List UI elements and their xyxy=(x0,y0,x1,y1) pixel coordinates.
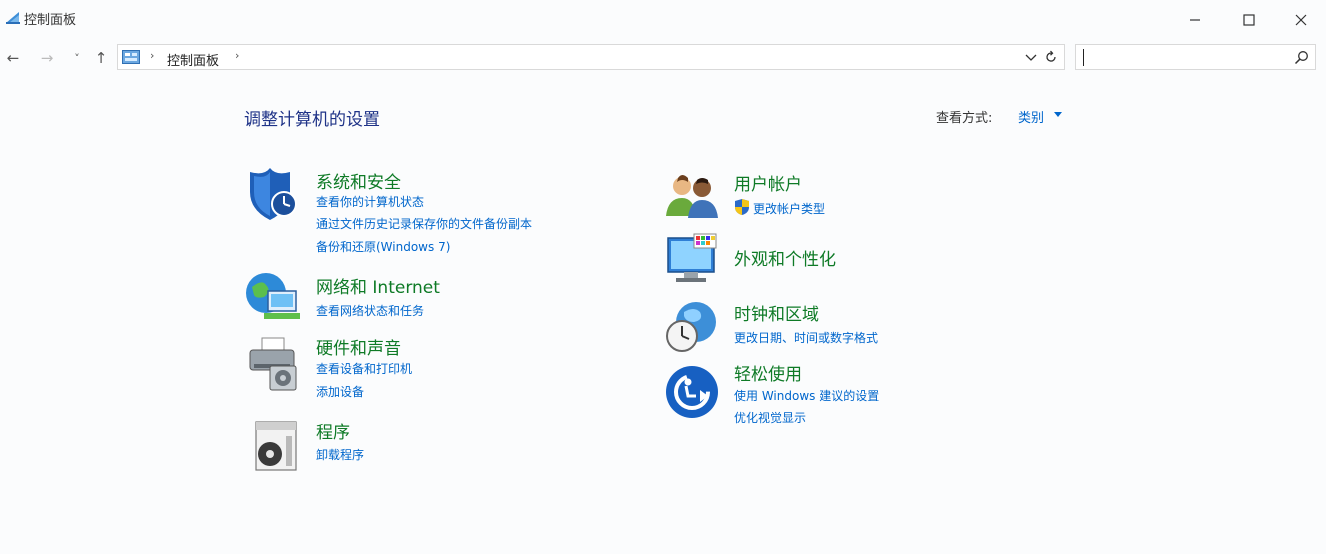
text-caret xyxy=(1083,49,1084,66)
forward-button[interactable]: → xyxy=(36,48,58,68)
clock-globe-icon[interactable] xyxy=(664,298,720,354)
programs-disc-icon[interactable] xyxy=(248,418,304,474)
search-input[interactable] xyxy=(1082,48,1286,68)
window-title: 控制面板 xyxy=(24,13,77,28)
link-devices-printers[interactable]: 查看设备和打印机 xyxy=(316,360,412,377)
forward-arrow-icon: → xyxy=(40,49,54,67)
monitor-palette-icon[interactable] xyxy=(664,232,720,288)
title-bar: 控制面板 xyxy=(0,0,1326,40)
link-windows-suggested-settings[interactable]: 使用 Windows 建议的设置 xyxy=(734,387,879,404)
view-by-dropdown[interactable]: 类别 xyxy=(1018,107,1044,126)
up-arrow-icon: ↑ xyxy=(94,49,108,67)
category-appearance-personalization[interactable]: 外观和个性化 xyxy=(734,245,836,270)
category-hardware-sound[interactable]: 硬件和声音 xyxy=(316,334,401,359)
view-by-label: 查看方式: xyxy=(936,111,993,126)
maximize-icon xyxy=(1243,14,1255,26)
close-icon xyxy=(1295,14,1307,26)
category-system-security[interactable]: 系统和安全 xyxy=(316,168,401,193)
link-change-date-time-format[interactable]: 更改日期、时间或数字格式 xyxy=(734,329,878,346)
link-uninstall-program[interactable]: 卸载程序 xyxy=(316,446,364,463)
category-clock-region[interactable]: 时钟和区域 xyxy=(734,300,819,325)
link-add-device[interactable]: 添加设备 xyxy=(316,383,364,400)
minimize-button[interactable] xyxy=(1170,0,1220,40)
search-box[interactable] xyxy=(1075,44,1316,70)
link-view-network-status[interactable]: 查看网络状态和任务 xyxy=(316,302,424,319)
recent-locations-button[interactable]: ˅ xyxy=(66,48,88,68)
link-file-history-backup[interactable]: 通过文件历史记录保存你的文件备份副本 xyxy=(316,215,532,232)
up-button[interactable]: ↑ xyxy=(90,48,112,68)
users-icon[interactable] xyxy=(664,168,720,224)
back-arrow-icon: ← xyxy=(6,49,20,67)
link-change-account-type[interactable]: 更改帐户类型 xyxy=(753,200,825,217)
link-optimize-visual-display[interactable]: 优化视觉显示 xyxy=(734,409,806,426)
chevron-down-icon: ˅ xyxy=(74,51,80,65)
search-icon[interactable] xyxy=(1294,50,1309,65)
close-button[interactable] xyxy=(1276,0,1326,40)
control-panel-icon xyxy=(6,12,20,24)
category-programs[interactable]: 程序 xyxy=(316,418,350,443)
page-title: 调整计算机的设置 xyxy=(244,110,380,130)
address-dropdown-icon[interactable] xyxy=(1024,50,1038,64)
category-user-accounts[interactable]: 用户帐户 xyxy=(734,170,802,195)
link-backup-restore-win7[interactable]: 备份和还原(Windows 7) xyxy=(316,238,450,255)
breadcrumb-separator[interactable]: › xyxy=(235,49,239,62)
category-ease-of-access[interactable]: 轻松使用 xyxy=(734,360,802,385)
breadcrumb-control-panel[interactable]: 控制面板 xyxy=(167,50,219,69)
navigation-bar: ← → ˅ ↑ › 控制面板 › xyxy=(0,42,1326,74)
back-button[interactable]: ← xyxy=(2,48,24,68)
printer-speaker-icon[interactable] xyxy=(244,336,300,392)
control-panel-small-icon xyxy=(122,50,140,64)
minimize-icon xyxy=(1190,19,1200,21)
refresh-icon[interactable] xyxy=(1044,50,1058,64)
uac-shield-icon xyxy=(735,199,749,215)
maximize-button[interactable] xyxy=(1224,0,1274,40)
category-network-internet[interactable]: 网络和 Internet xyxy=(316,273,440,298)
address-bar[interactable]: › 控制面板 › xyxy=(117,44,1065,70)
network-globe-icon[interactable] xyxy=(244,269,300,325)
link-check-computer-status[interactable]: 查看你的计算机状态 xyxy=(316,193,424,210)
shield-icon[interactable] xyxy=(244,166,300,222)
breadcrumb-separator[interactable]: › xyxy=(150,49,154,62)
ease-of-access-icon[interactable] xyxy=(664,364,720,420)
dropdown-arrow-icon[interactable] xyxy=(1054,112,1062,117)
